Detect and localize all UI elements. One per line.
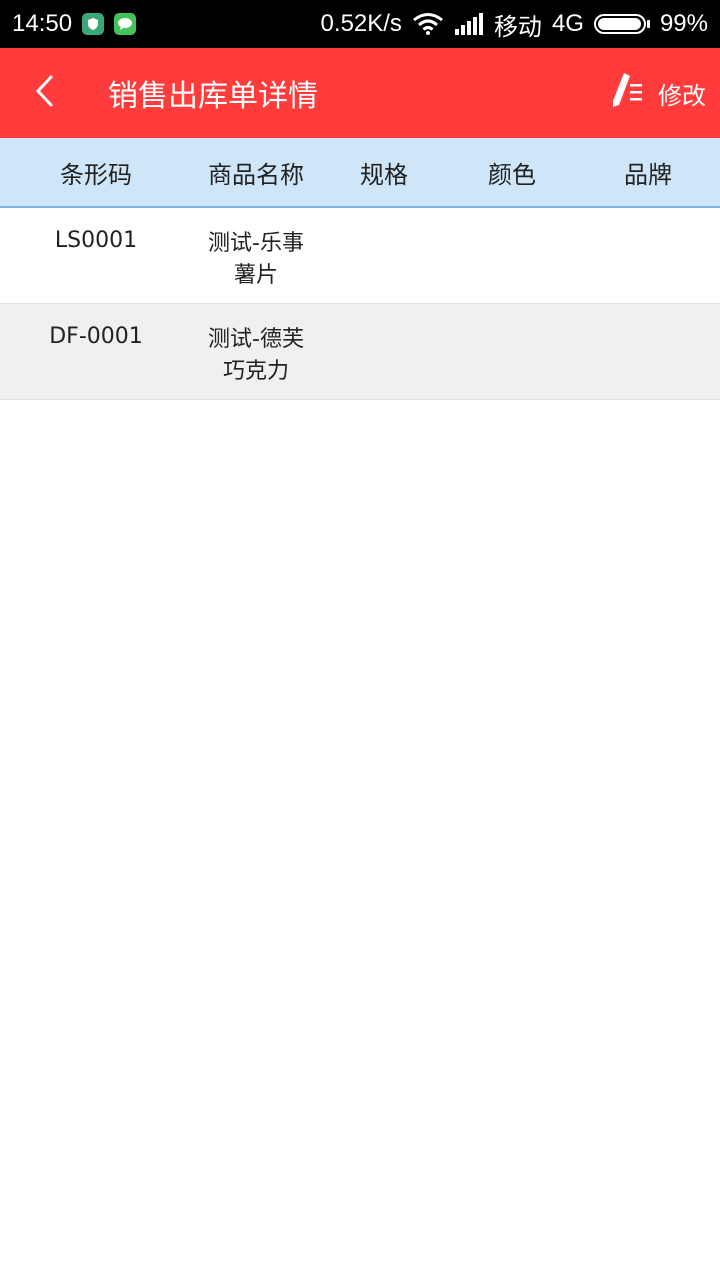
product-name-line: 薯片 [233,263,278,288]
table-row[interactable]: LS0001 测试-乐事 薯片 [0,208,720,304]
column-header-product-name: 商品名称 [208,160,304,189]
product-name-cell: 测试-德芙 巧克力 [192,324,320,388]
product-name-line: 测试-乐事 [208,231,304,256]
carrier-label: 移动 [493,13,542,41]
table-row[interactable]: DF-0001 测试-德芙 巧克力 [0,304,720,400]
shield-icon [82,13,105,35]
network-type: 4G [551,10,584,37]
edit-label: 修改 [658,81,706,110]
barcode-cell: LS0001 [54,228,138,253]
page-title: 销售出库单详情 [108,79,318,114]
edit-pencil-icon [610,71,646,115]
edit-button[interactable]: 修改 [610,71,720,115]
product-name-cell: 测试-乐事 薯片 [192,228,320,292]
table-body: LS0001 测试-乐事 薯片 DF-0001 测试-德芙 巧克力 [0,208,720,400]
signal-icon [454,13,484,35]
barcode-cell: DF-0001 [49,324,143,349]
product-name-line: 测试-德芙 [208,327,304,352]
back-button[interactable] [0,48,90,138]
status-time: 14:50 [12,10,73,37]
column-header-spec: 规格 [360,160,408,189]
battery-icon [593,14,650,34]
chevron-left-icon [33,73,57,113]
product-name-line: 巧克力 [222,359,289,384]
column-header-brand: 品牌 [624,160,672,189]
chat-icon [114,13,137,35]
column-header-barcode: 条形码 [60,160,132,189]
battery-percent: 99% [659,10,708,37]
net-speed: 0.52K/s [320,10,402,37]
column-header-color: 颜色 [488,160,536,189]
table-header: 条形码 商品名称 规格 颜色 品牌 [0,138,720,208]
status-bar: 14:50 0.52K/s 移动 4G 99% [0,0,720,48]
wifi-icon [412,12,444,36]
app-bar: 销售出库单详情 修改 [0,48,720,138]
